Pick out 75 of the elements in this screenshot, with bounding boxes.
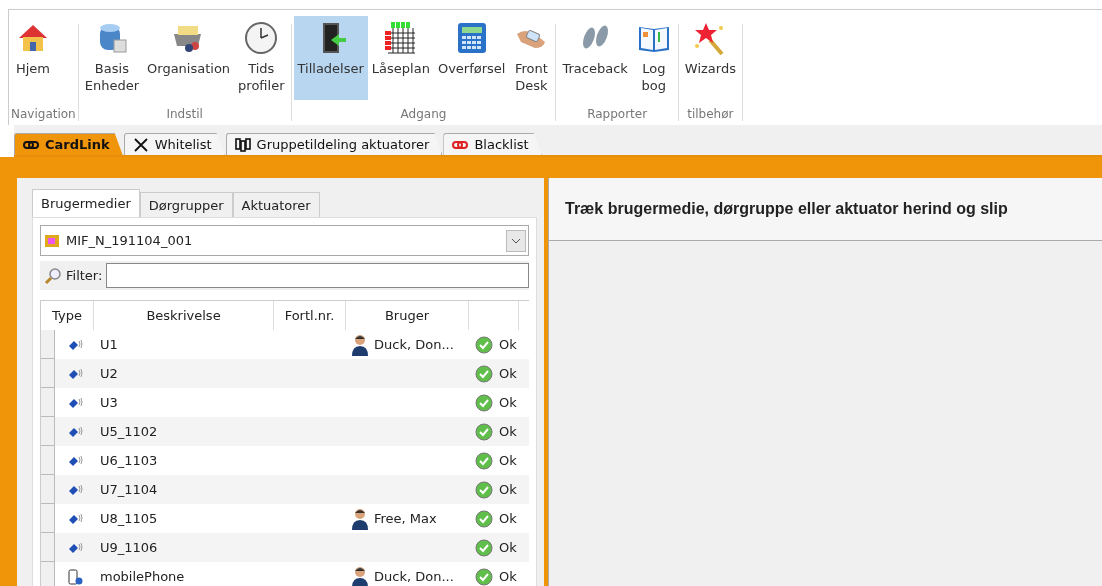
- description-cell-text: U5_1102: [99, 423, 159, 441]
- ribbon-group-label: Adgang: [399, 106, 448, 121]
- document-tab[interactable]: Blacklist: [443, 133, 542, 155]
- status-cell: Ok: [499, 366, 517, 381]
- description-cell-text: U2: [99, 365, 119, 383]
- row-header[interactable]: [41, 330, 55, 359]
- clock-icon: [243, 20, 280, 56]
- status-cell: Ok: [499, 337, 517, 352]
- ribbon-group-label: Indstil: [165, 106, 204, 121]
- check-icon: [475, 393, 493, 412]
- check-icon: [475, 451, 493, 470]
- row-header[interactable]: [41, 475, 55, 504]
- ribbon-group-label: Rapporter: [586, 106, 649, 121]
- panel-tab[interactable]: Dørgrupper: [139, 192, 233, 217]
- columns-icon: [234, 136, 251, 153]
- user-cell: Duck, Don...: [374, 569, 454, 584]
- search-icon: [44, 266, 62, 285]
- dropdown-button[interactable]: [506, 229, 526, 252]
- ribbon-button[interactable]: Wizards: [680, 16, 740, 100]
- row-header[interactable]: [41, 504, 55, 533]
- check-icon: [475, 538, 493, 557]
- filter-field[interactable]: [106, 263, 529, 288]
- status-cell: Ok: [499, 395, 517, 410]
- description-cell-text: U6_1103: [99, 452, 159, 470]
- description-cell-text: U7_1104: [99, 481, 159, 499]
- ribbon-button[interactable]: Låseplan: [367, 16, 434, 100]
- ribbon-button[interactable]: Log bog: [631, 16, 676, 100]
- ribbon-button[interactable]: Tids profiler: [234, 16, 289, 100]
- description-cell-text: U8_1105: [99, 510, 159, 528]
- panel-tab[interactable]: Aktuatorer: [232, 192, 320, 217]
- close-x-icon: [132, 136, 149, 153]
- drop-instruction: Træk brugermedie, dørgruppe eller aktuator herind og slip: [549, 178, 1102, 241]
- check-icon: [475, 422, 493, 441]
- filter-text: Filter:: [66, 268, 103, 283]
- ribbon-group-label: tilbehør: [686, 106, 735, 121]
- package-icon: [44, 232, 60, 249]
- user-cell: Duck, Don...: [374, 337, 454, 352]
- row-header[interactable]: [41, 446, 55, 475]
- person-icon: [352, 333, 368, 356]
- status-cell: Ok: [499, 540, 517, 555]
- ribbon-button[interactable]: Front Desk: [509, 16, 554, 100]
- chevron-down-icon: [511, 237, 521, 244]
- person-icon: [352, 507, 368, 530]
- row-header[interactable]: [41, 562, 55, 586]
- description-cell-text: U1: [99, 336, 119, 354]
- check-icon: [475, 509, 493, 528]
- check-icon: [475, 335, 493, 354]
- ribbon-button[interactable]: Overførsel: [433, 16, 510, 100]
- document-tab[interactable]: CardLink: [14, 133, 123, 155]
- ribbon-button[interactable]: Tilladelser: [293, 16, 368, 100]
- row-header[interactable]: [41, 417, 55, 446]
- user-cell: Free, Max: [374, 511, 437, 526]
- status-cell: Ok: [499, 569, 517, 584]
- description-cell-text: mobilePhone: [99, 568, 186, 586]
- status-cell: Ok: [499, 424, 517, 439]
- row-header[interactable]: [41, 533, 55, 562]
- ribbon-button[interactable]: Hjem: [11, 16, 55, 100]
- panel-tab[interactable]: Brugermedier: [32, 189, 140, 217]
- media-dropdown[interactable]: MIF_N_191104_001: [40, 225, 529, 256]
- row-header[interactable]: [41, 359, 55, 388]
- ribbon-button[interactable]: Traceback: [558, 16, 632, 100]
- ribbon-button[interactable]: Organisation: [143, 16, 235, 100]
- document-tab[interactable]: Whitelist: [123, 133, 225, 155]
- check-icon: [475, 480, 493, 499]
- ribbon-button[interactable]: Basis Enheder: [80, 16, 144, 100]
- status-cell: Ok: [499, 511, 517, 526]
- description-cell-text: U3: [99, 394, 119, 412]
- ribbon-group-label: Navigation: [11, 106, 76, 121]
- status-cell: Ok: [499, 453, 517, 468]
- document-tab[interactable]: Gruppetildeling aktuatorer: [225, 133, 443, 155]
- person-icon: [352, 565, 368, 586]
- description-cell-text: U9_1106: [99, 539, 159, 557]
- row-header[interactable]: [41, 388, 55, 417]
- check-icon: [475, 364, 493, 383]
- status-cell: Ok: [499, 482, 517, 497]
